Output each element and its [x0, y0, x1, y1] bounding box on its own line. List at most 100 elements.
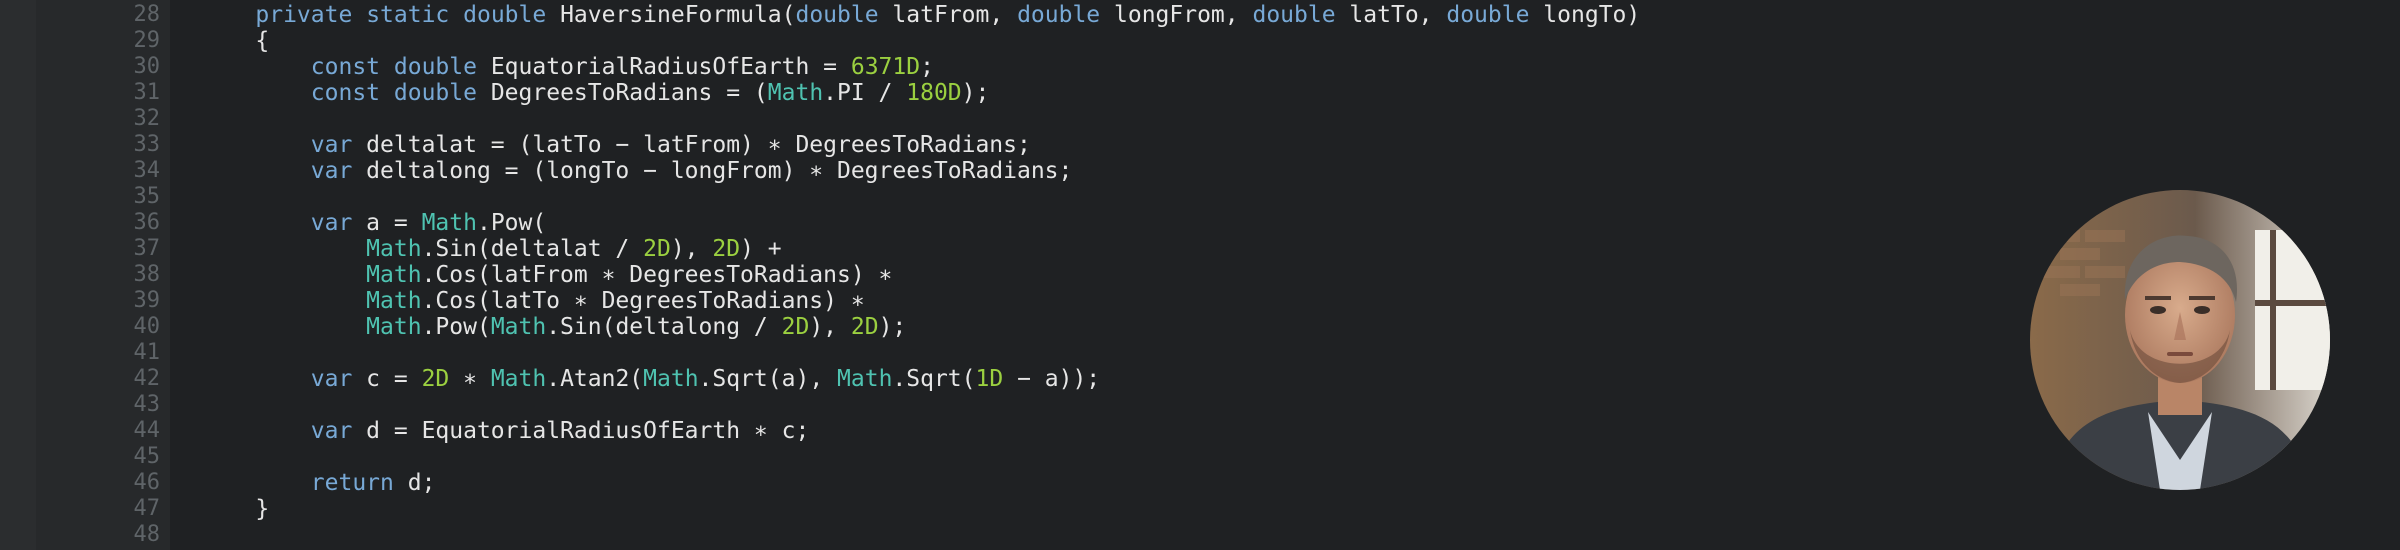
code-line[interactable]: const double EquatorialRadiusOfEarth = 6…: [200, 54, 934, 80]
code-token: .Atan2(: [546, 366, 644, 392]
keyword-token: private: [255, 2, 353, 28]
keyword-token: var: [310, 158, 353, 184]
code-token: .Cos(latFrom ∗ DegreesToRadians) ∗: [421, 262, 893, 288]
number-token: 180D: [906, 80, 962, 106]
line-number: 30: [133, 54, 161, 79]
code-token: deltalat = (latTo − latFrom) ∗ DegreesTo…: [352, 132, 1031, 158]
number-token: 2D: [421, 366, 450, 392]
line-number: 31: [133, 80, 161, 105]
code-line[interactable]: const double DegreesToRadians = (Math.PI…: [200, 80, 990, 106]
code-token: .PI /: [823, 80, 907, 106]
code-line[interactable]: var d = EquatorialRadiusOfEarth ∗ c;: [200, 418, 810, 444]
keyword-token: const: [310, 80, 381, 106]
keyword-token: var: [310, 132, 353, 158]
code-token: longTo): [1529, 2, 1641, 28]
class-token: Math: [490, 314, 547, 340]
keyword-token: double: [393, 80, 477, 106]
keyword-token: double: [1017, 2, 1101, 28]
code-line[interactable]: {: [200, 28, 269, 54]
code-token: c =: [352, 366, 422, 392]
code-line[interactable]: }: [200, 496, 269, 522]
code-token: d;: [393, 470, 436, 496]
code-token: {: [255, 28, 270, 54]
line-number: 37: [133, 236, 161, 261]
keyword-token: return: [310, 470, 394, 496]
keyword-token: double: [393, 54, 477, 80]
class-token: Math: [837, 366, 893, 392]
line-number: 35: [133, 184, 161, 209]
class-token: Math: [366, 314, 422, 340]
keyword-token: var: [310, 418, 353, 444]
code-token: DegreesToRadians = (: [476, 80, 768, 106]
code-editor[interactable]: 28 29 30 31 32 33 34 35 36 37 38 39 40 41 42 43 44 45 46 47…: [0, 0, 2400, 550]
line-number: 41: [133, 340, 161, 365]
line-number: 33: [133, 132, 161, 157]
code-line[interactable]: private static double HaversineFormula(d…: [200, 2, 1640, 28]
class-token: Math: [421, 210, 477, 236]
code-token: ) +: [740, 236, 782, 262]
line-number: 44: [133, 418, 161, 443]
code-line[interactable]: var a = Math.Pow(: [200, 210, 546, 236]
code-line[interactable]: var deltalat = (latTo − latFrom) ∗ Degre…: [200, 132, 1031, 158]
keyword-token: const: [310, 54, 381, 80]
line-number: 39: [133, 288, 161, 313]
number-token: 2D: [712, 236, 741, 262]
line-number: 38: [133, 262, 161, 287]
line-number: 42: [133, 366, 161, 391]
code-token: .Pow(: [476, 210, 547, 236]
code-token: .Sqrt(a),: [698, 366, 838, 392]
line-number: 48: [133, 522, 161, 547]
class-token: Math: [767, 80, 824, 106]
code-line[interactable]: Math.Sin(deltalat / 2D), 2D) +: [200, 236, 782, 262]
line-number: 32: [133, 106, 161, 131]
keyword-token: static: [366, 2, 450, 28]
code-token: .Pow(: [421, 314, 491, 340]
code-token: .Sin(deltalat /: [421, 236, 644, 262]
line-number: 47: [133, 496, 161, 521]
code-token: .Cos(latTo ∗ DegreesToRadians) ∗: [421, 288, 865, 314]
code-line[interactable]: Math.Pow(Math.Sin(deltalong / 2D), 2D);: [200, 314, 906, 340]
number-token: 1D: [975, 366, 1004, 392]
code-line[interactable]: var deltalong = (longTo − longFrom) ∗ De…: [200, 158, 1073, 184]
code-line[interactable]: Math.Cos(latFrom ∗ DegreesToRadians) ∗: [200, 262, 892, 288]
code-token: .Sqrt(: [892, 366, 976, 392]
keyword-token: double: [795, 2, 879, 28]
line-number: 43: [133, 392, 161, 417]
line-number: 36: [133, 210, 161, 235]
line-number: 28: [133, 2, 161, 27]
class-token: Math: [366, 288, 422, 314]
keyword-token: double: [463, 2, 547, 28]
code-token: longFrom,: [1100, 2, 1253, 28]
code-line[interactable]: var c = 2D ∗ Math.Atan2(Math.Sqrt(a), Ma…: [200, 366, 1100, 392]
code-line[interactable]: return d;: [200, 470, 436, 496]
line-number: 29: [133, 28, 161, 53]
class-token: Math: [643, 366, 699, 392]
number-token: 6371D: [850, 54, 921, 80]
keyword-token: double: [1252, 2, 1336, 28]
line-number: 40: [133, 314, 161, 339]
code-line[interactable]: Math.Cos(latTo ∗ DegreesToRadians) ∗: [200, 288, 865, 314]
code-token: latTo,: [1335, 2, 1447, 28]
code-token: EquatorialRadiusOfEarth =: [476, 54, 851, 80]
keyword-token: var: [310, 210, 353, 236]
class-token: Math: [366, 262, 422, 288]
code-token: a =: [352, 210, 422, 236]
